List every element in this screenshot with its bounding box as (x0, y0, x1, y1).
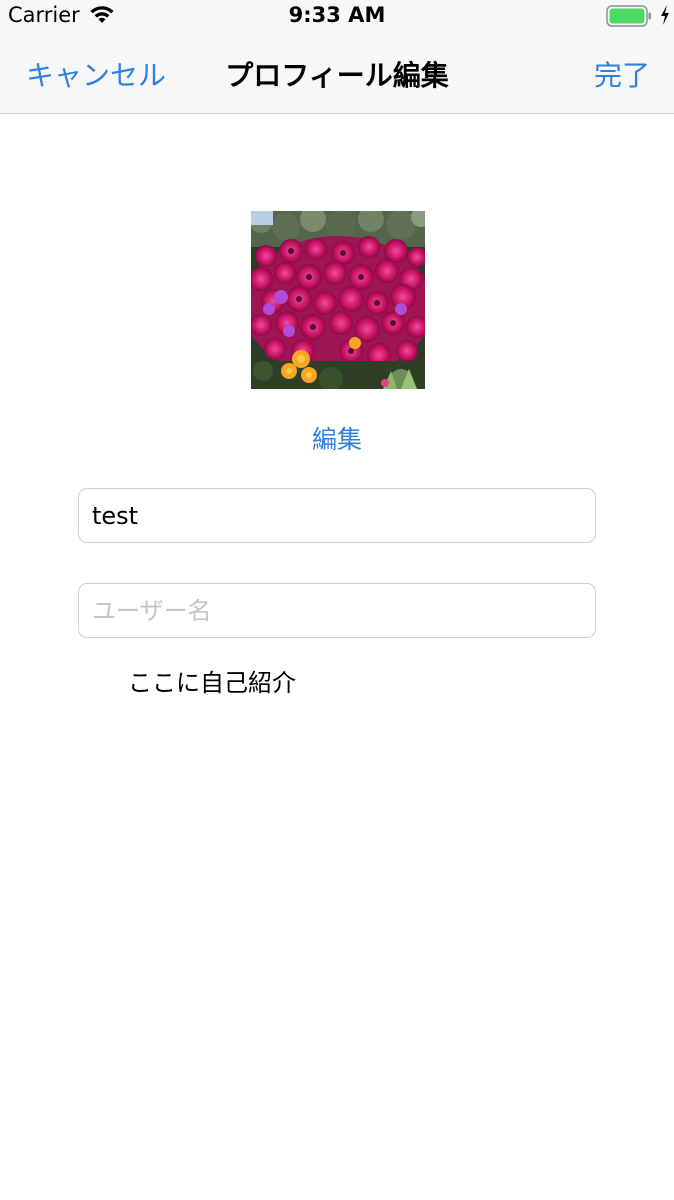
status-bar: Carrier 9:33 AM (0, 0, 674, 30)
edit-profile-screen: Carrier 9:33 AM キャンセル プロフィール編集 完了 編集 tes… (0, 0, 674, 1200)
edit-photo-button[interactable]: 編集 (0, 420, 674, 456)
navigation-bar: キャンセル プロフィール編集 完了 (0, 30, 674, 114)
battery-full-icon (606, 5, 651, 27)
page-title: プロフィール編集 (225, 59, 449, 92)
username-field[interactable] (78, 583, 596, 638)
charging-bolt-icon (659, 4, 671, 30)
clock-time: 9:33 AM (288, 3, 386, 27)
profile-photo-flowers (251, 211, 425, 389)
bio-textarea[interactable]: ここに自己紹介 (128, 668, 588, 968)
profile-photo[interactable] (251, 211, 425, 389)
done-button[interactable]: 完了 (594, 54, 650, 94)
name-field[interactable] (78, 488, 596, 543)
